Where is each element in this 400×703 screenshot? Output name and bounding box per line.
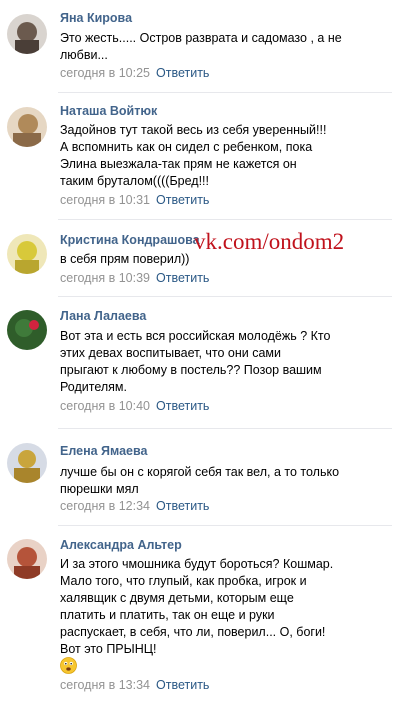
- comment-meta: сегодня в 10:31 Ответить: [60, 193, 209, 207]
- reply-button[interactable]: Ответить: [156, 399, 209, 413]
- comment-author[interactable]: Александра Альтер: [60, 538, 182, 552]
- avatar[interactable]: [7, 443, 47, 483]
- comment-text: И за этого чмошника будут бороться? Кошм…: [60, 557, 334, 656]
- reply-button[interactable]: Ответить: [156, 193, 209, 207]
- comment-meta: сегодня в 10:25 Ответить: [60, 66, 209, 80]
- comment-author[interactable]: Лана Лалаева: [60, 309, 146, 323]
- comment-meta: сегодня в 10:40 Ответить: [60, 399, 209, 413]
- avatar[interactable]: [7, 539, 47, 579]
- divider: [58, 92, 392, 93]
- comment-text: Вот эта и есть вся российская молодёжь ?…: [60, 329, 331, 394]
- comment-time[interactable]: сегодня в 10:39: [60, 271, 150, 285]
- comment-meta: сегодня в 10:39 Ответить: [60, 271, 209, 285]
- comment-author[interactable]: Елена Ямаева: [60, 444, 147, 458]
- comment-meta: сегодня в 12:34 Ответить: [60, 499, 209, 513]
- divider: [58, 428, 392, 429]
- avatar[interactable]: [7, 107, 47, 147]
- comment-text: лучше бы он с корягой себя так вел, а то…: [60, 465, 340, 496]
- divider: [58, 525, 392, 526]
- comment-time[interactable]: сегодня в 10:31: [60, 193, 150, 207]
- comment-text: Это жесть..... Остров разврата и садомаз…: [60, 31, 342, 62]
- reply-button[interactable]: Ответить: [156, 66, 209, 80]
- comment-time[interactable]: сегодня в 13:34: [60, 678, 150, 692]
- reply-button[interactable]: Ответить: [156, 271, 209, 285]
- divider: [58, 296, 392, 297]
- comment-author[interactable]: Наташа Войтюк: [60, 104, 157, 118]
- comment-time[interactable]: сегодня в 10:25: [60, 66, 150, 80]
- comments-list: Яна Кирова Это жесть..... Остров разврат…: [0, 0, 400, 703]
- reply-button[interactable]: Ответить: [156, 499, 209, 513]
- comment-author[interactable]: Кристина Кондрашова: [60, 233, 200, 247]
- comment-time[interactable]: сегодня в 12:34: [60, 499, 150, 513]
- comment-author[interactable]: Яна Кирова: [60, 11, 132, 25]
- comment-text: Задойнов тут такой весь из себя уверенны…: [60, 123, 327, 188]
- avatar[interactable]: [7, 14, 47, 54]
- avatar[interactable]: [7, 234, 47, 274]
- comment-meta: сегодня в 13:34 Ответить: [60, 678, 209, 692]
- divider: [58, 219, 392, 220]
- avatar[interactable]: [7, 310, 47, 350]
- comment-time[interactable]: сегодня в 10:40: [60, 399, 150, 413]
- reply-button[interactable]: Ответить: [156, 678, 209, 692]
- emoji-icon: [60, 657, 77, 674]
- watermark: vk.com/ondom2: [194, 229, 345, 254]
